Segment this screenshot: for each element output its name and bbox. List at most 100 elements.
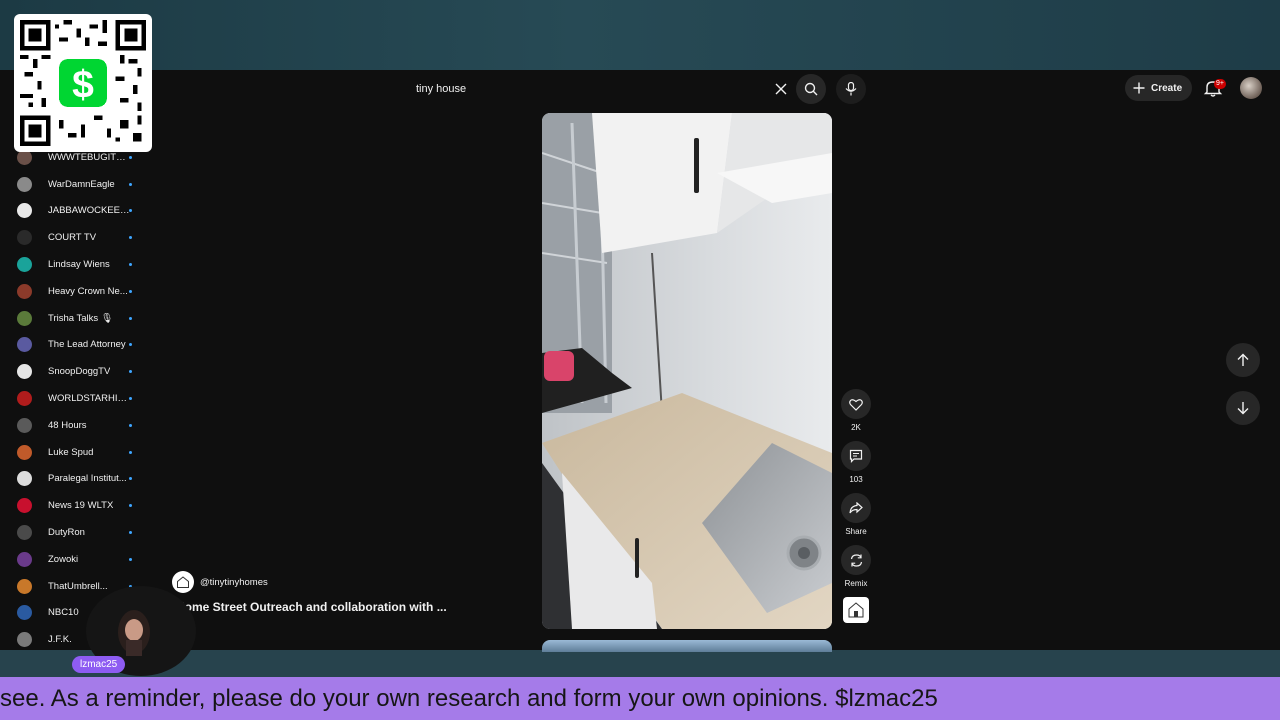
subscription-name: WWWTEBUGITDOL...	[48, 151, 130, 163]
house-logo-icon	[177, 576, 189, 588]
search-button[interactable]	[796, 74, 826, 104]
share-icon	[849, 502, 863, 514]
short-title[interactable]: Home Street Outreach and collaboration w…	[176, 600, 488, 614]
stream-ticker: see. As a reminder, please do your own r…	[0, 677, 1280, 720]
new-content-dot	[129, 370, 132, 374]
channel-avatar	[17, 605, 32, 621]
subscription-name: COURT TV	[48, 232, 97, 244]
subscription-name: The Lead Attorney	[48, 339, 126, 351]
plus-icon	[1133, 82, 1145, 94]
sidebar-subscription-item[interactable]: News 19 WLTX	[0, 492, 150, 519]
create-label: Create	[1151, 82, 1183, 94]
stream-top-band	[0, 0, 1280, 70]
sidebar-subscription-item[interactable]: Heavy Crown Ne...	[0, 278, 150, 305]
like-count: 2K	[851, 423, 861, 432]
sidebar-subscription-item[interactable]: Lindsay Wiens	[0, 251, 150, 278]
subscription-name: ThatUmbrell...	[48, 580, 108, 592]
like-button[interactable]	[841, 389, 871, 419]
share-label: Share	[845, 527, 867, 536]
sidebar-subscription-item[interactable]: Paralegal Institut...	[0, 466, 150, 493]
next-short-button[interactable]	[1226, 391, 1260, 425]
new-content-dot	[129, 557, 132, 561]
new-content-dot	[129, 289, 132, 293]
new-content-dot	[129, 531, 132, 535]
subscription-name: SnoopDoggTV	[48, 366, 111, 378]
arrow-down-icon	[1237, 402, 1249, 415]
remix-label: Remix	[844, 579, 868, 588]
heart-icon	[849, 398, 863, 411]
share-button[interactable]	[841, 493, 871, 523]
comment-action: 103	[841, 441, 871, 484]
remix-button[interactable]	[841, 545, 871, 575]
channel-avatar	[17, 337, 32, 353]
comments-button[interactable]	[841, 441, 871, 471]
subscription-name: WORLDSTARHIP...	[48, 393, 130, 405]
sidebar-subscription-item[interactable]: 48 Hours	[0, 412, 150, 439]
sidebar-subscription-item[interactable]: Luke Spud	[0, 439, 150, 466]
remix-icon	[850, 553, 862, 567]
channel-avatar	[17, 417, 32, 433]
subscription-name: Luke Spud	[48, 446, 94, 458]
new-content-dot	[129, 423, 132, 427]
ticker-text: see. As a reminder, please do your own r…	[0, 685, 938, 712]
new-content-dot	[129, 155, 132, 159]
subscription-name: DutyRon	[48, 527, 85, 539]
subscription-name: Paralegal Institut...	[48, 473, 127, 485]
channel-avatar	[17, 578, 32, 594]
sidebar-subscription-item[interactable]: WORLDSTARHIP...	[0, 385, 150, 412]
voice-search-button[interactable]	[836, 74, 866, 104]
sidebar-subscription-item[interactable]: SnoopDoggTV	[0, 358, 150, 385]
channel-avatar	[17, 230, 32, 246]
stream-bottom-band	[0, 650, 1280, 677]
subscription-name: Zowoki	[48, 553, 79, 565]
house-icon	[848, 602, 864, 618]
video-frame	[542, 113, 832, 629]
channel-avatar	[17, 498, 32, 514]
sidebar-subscription-item[interactable]: COURT TV	[0, 224, 150, 251]
channel-handle[interactable]: @tinytinyhomes	[200, 577, 268, 588]
sidebar-subscription-item[interactable]: Trisha Talks 🎙	[0, 305, 150, 332]
account-avatar[interactable]	[1240, 77, 1262, 99]
search-bar	[406, 74, 826, 104]
new-content-dot	[129, 343, 132, 347]
comment-count: 103	[849, 475, 863, 484]
share-action: Share	[841, 493, 871, 536]
streamer-tag: lzmac25	[72, 656, 126, 673]
sidebar-subscription-item[interactable]: DutyRon	[0, 519, 150, 546]
arrow-up-icon	[1237, 353, 1249, 366]
next-short-preview[interactable]	[542, 640, 832, 652]
subscription-name: 48 Hours	[48, 419, 87, 431]
new-content-dot	[129, 504, 132, 508]
comment-icon	[849, 449, 863, 463]
subscription-name: Lindsay Wiens	[48, 259, 110, 271]
previous-short-button[interactable]	[1226, 343, 1260, 377]
subscription-name: News 19 WLTX	[48, 500, 114, 512]
channel-avatar	[17, 176, 32, 192]
new-content-dot	[129, 477, 132, 481]
channel-avatar[interactable]	[172, 571, 194, 593]
subscription-name: NBC10	[48, 607, 79, 619]
subscription-name: JABBAWOCKEEZ O...	[48, 205, 130, 217]
create-button[interactable]: Create	[1125, 75, 1193, 101]
sidebar-subscription-item[interactable]: JABBAWOCKEEZ O...	[0, 198, 150, 225]
sidebar-subscription-item[interactable]: Zowoki	[0, 546, 150, 573]
subscription-name: J.F.K.	[48, 634, 72, 646]
clear-search-button[interactable]	[766, 74, 796, 104]
channel-avatar	[17, 149, 32, 165]
sound-thumbnail[interactable]	[843, 597, 869, 623]
channel-avatar	[17, 391, 32, 407]
new-content-dot	[129, 397, 132, 401]
channel-avatar	[17, 310, 32, 326]
channel-avatar	[17, 364, 32, 380]
channel-avatar	[17, 444, 32, 460]
channel-avatar	[17, 632, 32, 648]
streamer-face	[118, 610, 150, 656]
search-input[interactable]	[406, 74, 766, 104]
sidebar-subscription-item[interactable]: WarDamnEagle	[0, 171, 150, 198]
short-channel: @tinytinyhomes	[172, 571, 268, 593]
channel-avatar	[17, 283, 32, 299]
remix-action: Remix	[841, 545, 871, 588]
notification-badge: 9+	[1214, 79, 1226, 89]
short-video-player[interactable]	[542, 113, 832, 629]
sidebar-subscription-item[interactable]: The Lead Attorney	[0, 332, 150, 359]
